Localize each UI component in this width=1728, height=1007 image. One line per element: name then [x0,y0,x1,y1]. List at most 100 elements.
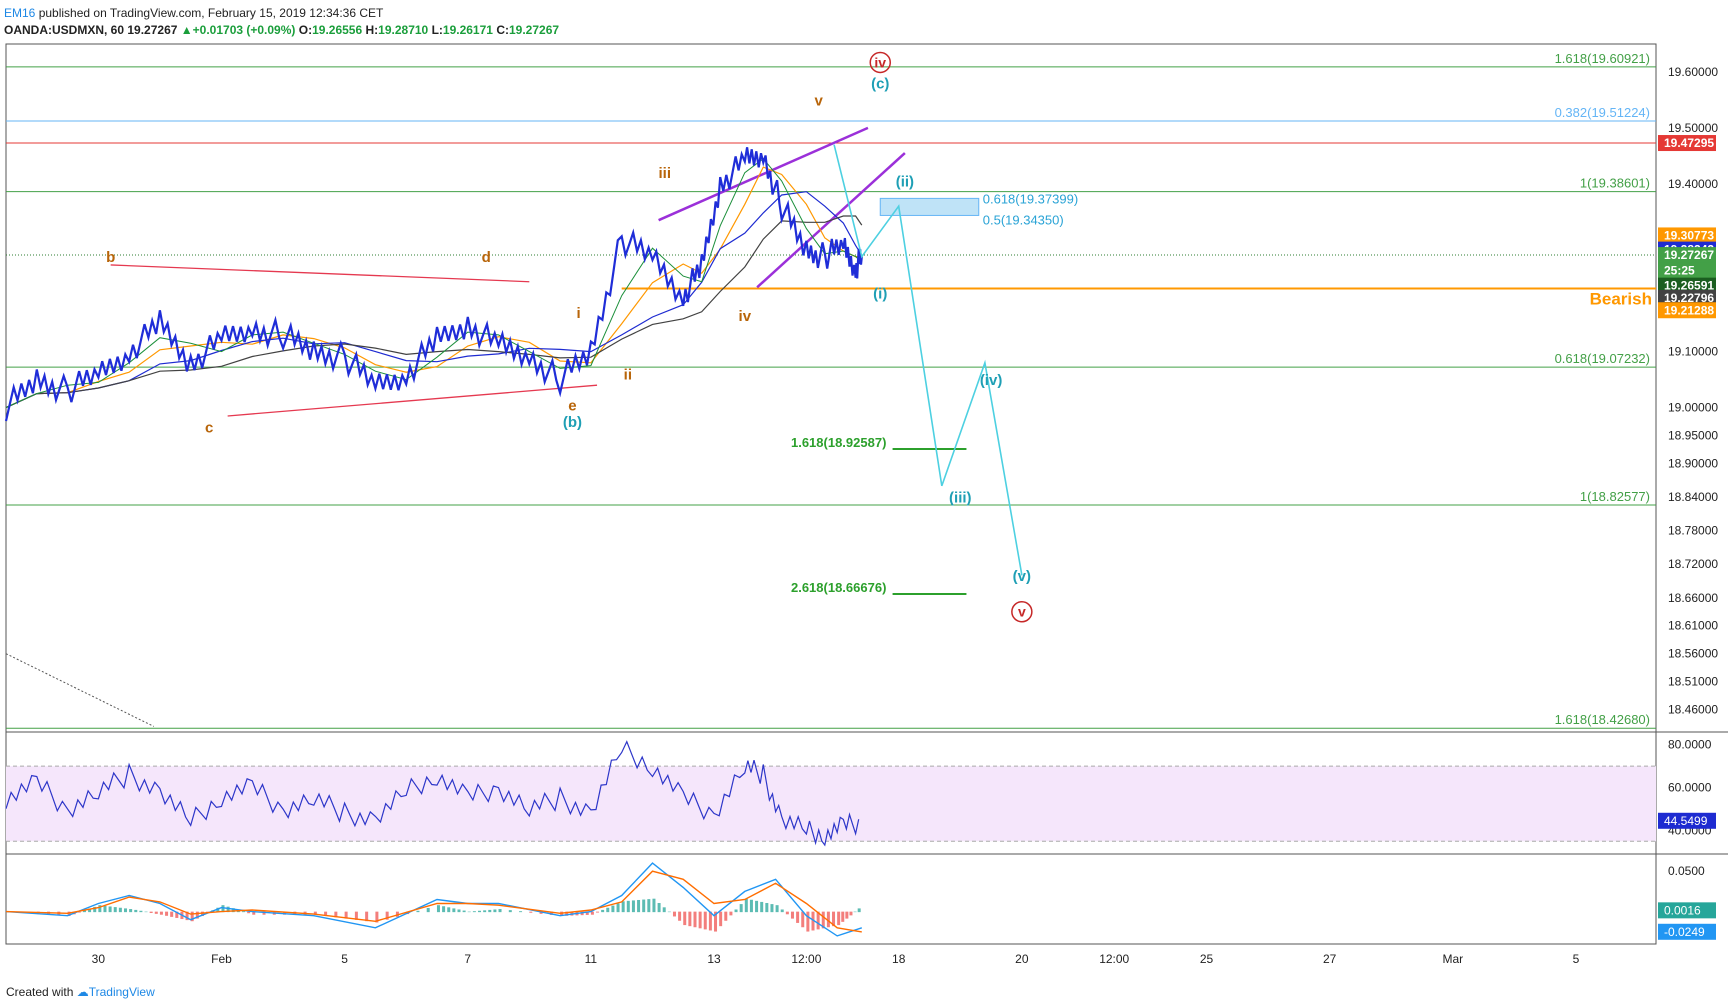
moving-average-orange [5,166,862,409]
macd-histogram-bar [457,909,461,913]
tradingview-logo-icon: ☁ [76,985,89,999]
price-tick-label: 18.56000 [1668,647,1718,661]
macd-histogram-bar [601,909,605,913]
macd-histogram-bar [611,905,615,913]
fib-level-label: 0.382(19.51224) [1555,105,1650,120]
macd-pane[interactable] [5,862,863,937]
macd-histogram-bar [242,911,246,913]
macd-histogram-bar [436,905,440,913]
time-tick-label: 18 [892,952,906,966]
wave-label-circled: v [1018,604,1026,620]
time-tick-label: 11 [585,952,598,966]
macd-histogram-bar [744,898,748,913]
chart-canvas[interactable]: 1.618(19.60921) 0.382(19.51224) 1(19.38601… [0,0,1728,1007]
wave-label: (c) [871,76,889,93]
rsi-pane[interactable] [5,740,1656,847]
wave-label: (ii) [896,174,914,191]
macd-histogram-bar [134,909,138,913]
macd-histogram-bar [129,909,133,913]
macd-histogram-bar [739,904,743,913]
wave-label: iv [739,308,752,325]
wave-label: (b) [563,414,582,431]
macd-histogram-bar [837,911,841,926]
macd-histogram-bar [688,911,692,927]
time-axis[interactable]: 30 Feb 5 7 11 13 12:00 18 20 12:00 25 27 Mar 5 [92,952,1580,966]
price-tick-label: 18.78000 [1668,524,1718,538]
macd-histogram-bar [652,898,656,913]
tradingview-brand[interactable]: TradingView [89,985,155,999]
wave-label: (iii) [949,490,972,507]
macd-histogram-bar [452,908,456,913]
wave-label: i [576,305,580,322]
macd-tick-label: 0.0500 [1668,864,1705,878]
macd-histogram-bar [667,911,671,913]
time-tick-label: Feb [211,952,232,966]
macd-histogram-bar [447,907,451,913]
macd-histogram-bar [113,907,117,913]
macd-histogram-bar [734,909,738,913]
macd-histogram-bar [529,911,533,913]
fib-level-label: 0.618(19.07232) [1555,351,1650,366]
macd-histogram-bar [770,904,774,913]
moving-average-green [5,158,863,409]
wave-label: b [106,249,115,266]
price-tag-label: 19.30773 [1664,228,1714,242]
price-axis[interactable]: 19.60000 19.50000 19.40000 19.10000 19.00000… [1658,65,1718,940]
macd-histogram-bar [729,911,733,916]
macd-histogram-bar [606,907,610,913]
retracement-box [879,197,980,216]
macd-histogram-bar [796,911,800,923]
price-tick-label: 19.00000 [1668,401,1718,415]
price-tick-label: 18.66000 [1668,591,1718,605]
price-tick-label: 19.60000 [1668,65,1718,79]
macd-histogram-bar [621,901,625,913]
macd-histogram-bar [139,910,143,913]
price-tick-label: 19.50000 [1668,121,1718,135]
fib-level-label: 1.618(19.60921) [1555,51,1650,66]
price-tick-label: 19.40000 [1668,177,1718,191]
macd-histogram-bar [637,899,641,913]
macd-histogram-bar [672,911,676,917]
retracement-upper-label: 0.618(19.37399) [983,191,1078,206]
time-tick-label: Mar [1442,952,1463,966]
rsi-band [6,766,1656,842]
trend-line [5,653,154,727]
rsi-tick-label: 80.0000 [1668,738,1712,752]
macd-histogram-bar [780,909,784,913]
macd-histogram-bar [519,911,523,913]
wave-label: c [205,420,213,437]
macd-histogram-bar [467,911,471,913]
fib-level-label: 1.618(18.42680) [1555,712,1650,727]
macd-histogram-bar [785,911,789,915]
triangle-upper-line [110,264,530,283]
macd-histogram-bar [657,903,661,913]
macd-histogram-bar [416,910,420,913]
macd-histogram-bar [760,901,764,913]
macd-histogram-bar [462,910,466,913]
macd-histogram-bar [596,911,600,913]
wave-label: (v) [1013,568,1031,585]
wave-label: v [815,93,824,110]
time-tick-label: 12:00 [1099,952,1129,966]
price-pane[interactable]: 1.618(19.60921) 0.382(19.51224) 1(19.38601… [4,51,1656,729]
target-label: 1.618(18.92587) [791,435,886,450]
macd-histogram-bar [841,911,845,922]
wave-label: ii [624,367,632,384]
time-tick-label: 5 [1573,952,1580,966]
macd-histogram-bar [144,911,148,913]
time-tick-label: 20 [1015,952,1029,966]
footer: Created with ☁TradingView [6,982,155,1002]
macd-histogram-bar [698,911,702,929]
macd-histogram-bar [693,911,697,928]
macd-value-label: 0.0016 [1664,903,1701,917]
macd-line [5,862,863,937]
price-tag-label: 25:25 [1664,264,1695,278]
macd-signal-label: -0.0249 [1664,925,1705,939]
macd-histogram-bar [765,903,769,913]
macd-histogram-bar [790,911,794,919]
macd-histogram-bar [853,911,857,913]
macd-histogram-bar [857,908,861,913]
price-tick-label: 19.10000 [1668,345,1718,359]
price-tick-label: 18.95000 [1668,429,1718,443]
macd-histogram-bar [508,910,512,913]
